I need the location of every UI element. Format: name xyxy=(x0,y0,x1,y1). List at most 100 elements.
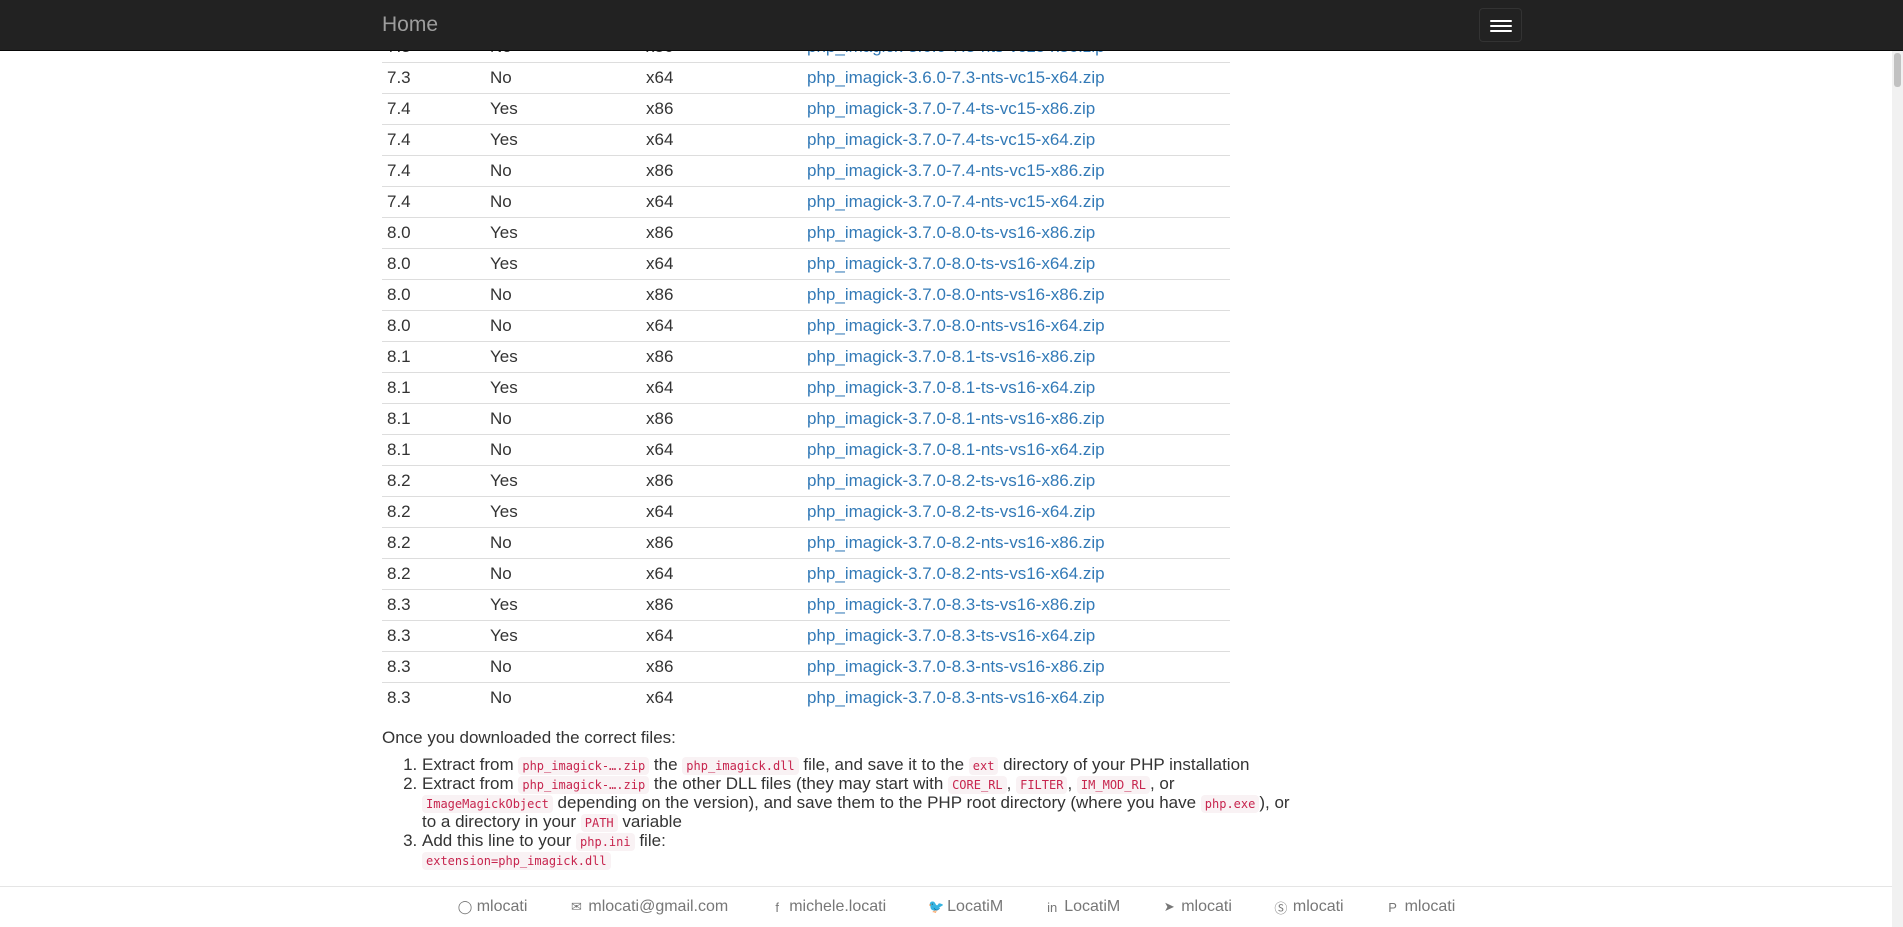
skype-icon: Ⓢ xyxy=(1274,900,1288,916)
download-link[interactable]: php_imagick-3.7.0-8.1-ts-vs16-x64.zip xyxy=(807,378,1095,397)
table-row: 8.2 No x86 php_imagick-3.7.0-8.2-nts-vs16-x… xyxy=(382,527,1230,559)
footer-link-label: mlocati xyxy=(1404,898,1456,915)
scrollbar-thumb[interactable] xyxy=(1894,53,1901,87)
hamburger-icon xyxy=(1490,30,1512,32)
download-link-cell: php_imagick-3.7.0-8.0-nts-vs16-x64.zip xyxy=(802,310,1230,342)
download-link[interactable]: php_imagick-3.7.0-8.2-ts-vs16-x86.zip xyxy=(807,471,1095,490)
download-link[interactable]: php_imagick-3.7.0-8.1-nts-vs16-x64.zip xyxy=(807,440,1105,459)
table-row: 8.1 Yes x64 php_imagick-3.7.0-8.1-ts-vs16-x… xyxy=(382,372,1230,404)
download-link[interactable]: php_imagick-3.7.0-8.3-nts-vs16-x64.zip xyxy=(807,688,1105,707)
download-link[interactable]: php_imagick-3.7.0-7.4-nts-vc15-x86.zip xyxy=(807,161,1105,180)
php-version-cell: 7.4 xyxy=(382,93,485,125)
table-row: 8.0 No x64 php_imagick-3.7.0-8.0-nts-vs16-x… xyxy=(382,310,1230,342)
paypal-icon: P xyxy=(1388,899,1397,915)
footer-link-skype[interactable]: Ⓢmlocati xyxy=(1274,898,1344,917)
download-link[interactable]: php_imagick-3.7.0-8.3-ts-vs16-x64.zip xyxy=(807,626,1095,645)
footer-link-label: mlocati xyxy=(1292,898,1344,915)
home-link[interactable]: Home xyxy=(382,13,438,37)
download-link[interactable]: php_imagick-3.7.0-7.4-nts-vc15-x64.zip xyxy=(807,192,1105,211)
thread-safe-cell: Yes xyxy=(485,620,641,652)
thread-safe-cell: No xyxy=(485,434,641,466)
table-row: 8.3 No x86 php_imagick-3.7.0-8.3-nts-vs16-x… xyxy=(382,651,1230,683)
php-version-cell: 8.2 xyxy=(382,558,485,590)
download-link[interactable]: php_imagick-3.6.0-7.3-nts-vc15-x64.zip xyxy=(807,68,1105,87)
php-version-cell: 8.0 xyxy=(382,279,485,311)
download-link[interactable]: php_imagick-3.7.0-8.0-ts-vs16-x86.zip xyxy=(807,223,1095,242)
table-row: 8.0 Yes x64 php_imagick-3.7.0-8.0-ts-vs16-x… xyxy=(382,248,1230,280)
php-version-cell: 8.3 xyxy=(382,589,485,621)
architecture-cell: x64 xyxy=(641,186,802,218)
download-link[interactable]: php_imagick-3.7.0-7.4-ts-vc15-x86.zip xyxy=(807,99,1095,118)
php-version-cell: 8.1 xyxy=(382,434,485,466)
download-link[interactable]: php_imagick-3.7.0-8.2-nts-vs16-x86.zip xyxy=(807,533,1105,552)
footer-link-paypal[interactable]: Pmlocati xyxy=(1386,898,1456,916)
footer-link-envelope[interactable]: ✉ mlocati@gmail.com xyxy=(569,898,728,916)
table-row: 7.4 Yes x86 php_imagick-3.7.0-7.4-ts-vc15-x… xyxy=(382,93,1230,125)
scrollbar[interactable] xyxy=(1892,51,1903,927)
table-row: 8.3 Yes x64 php_imagick-3.7.0-8.3-ts-vs16-x… xyxy=(382,620,1230,652)
architecture-cell: x86 xyxy=(641,465,802,497)
download-link[interactable]: php_imagick-3.7.0-8.1-nts-vs16-x86.zip xyxy=(807,409,1105,428)
download-link[interactable]: php_imagick-3.7.0-8.1-ts-vs16-x86.zip xyxy=(807,347,1095,366)
menu-toggle-button[interactable] xyxy=(1479,8,1522,42)
table-row: 8.2 Yes x64 php_imagick-3.7.0-8.2-ts-vs16-x… xyxy=(382,496,1230,528)
architecture-cell: x64 xyxy=(641,372,802,404)
download-link-cell: php_imagick-3.7.0-8.3-ts-vs16-x86.zip xyxy=(802,589,1230,621)
download-link[interactable]: php_imagick-3.7.0-8.2-nts-vs16-x64.zip xyxy=(807,564,1105,583)
footer-link-github[interactable]: ◯ mlocati xyxy=(458,898,528,916)
footer-link-linkedin[interactable]: in LocatiM xyxy=(1045,898,1120,916)
thread-safe-cell: Yes xyxy=(485,496,641,528)
download-link-cell: php_imagick-3.7.0-8.1-ts-vs16-x86.zip xyxy=(802,341,1230,373)
architecture-cell: x64 xyxy=(641,248,802,280)
footer-link-telegram[interactable]: ➤ mlocati xyxy=(1162,898,1232,916)
download-link-cell: php_imagick-3.7.0-7.4-nts-vc15-x64.zip xyxy=(802,186,1230,218)
footer-link-label: mlocati xyxy=(1181,898,1232,915)
download-link-cell: php_imagick-3.7.0-8.2-nts-vs16-x86.zip xyxy=(802,527,1230,559)
thread-safe-cell: Yes xyxy=(485,93,641,125)
php-version-cell: 7.4 xyxy=(382,186,485,218)
download-link[interactable]: php_imagick-3.7.0-7.4-ts-vc15-x64.zip xyxy=(807,130,1095,149)
download-link-cell: php_imagick-3.7.0-8.0-nts-vs16-x86.zip xyxy=(802,279,1230,311)
hamburger-icon xyxy=(1490,25,1512,27)
instructions-list: Extract from php_imagick-….zip the php_i… xyxy=(382,755,1302,870)
download-link-cell: php_imagick-3.7.0-8.0-ts-vs16-x86.zip xyxy=(802,217,1230,249)
step-2: Extract from php_imagick-….zip the other… xyxy=(422,774,1302,832)
extension-line: extension=php_imagick.dll xyxy=(422,851,611,870)
download-link-cell: php_imagick-3.7.0-7.4-ts-vc15-x86.zip xyxy=(802,93,1230,125)
thread-safe-cell: No xyxy=(485,403,641,435)
php-version-cell: 8.3 xyxy=(382,651,485,683)
php-version-cell: 8.2 xyxy=(382,496,485,528)
architecture-cell: x86 xyxy=(641,651,802,683)
thread-safe-cell: No xyxy=(485,651,641,683)
download-link[interactable]: php_imagick-3.7.0-8.0-nts-vs16-x64.zip xyxy=(807,316,1105,335)
download-link[interactable]: php_imagick-3.7.0-8.3-nts-vs16-x86.zip xyxy=(807,657,1105,676)
php-version-cell: 8.0 xyxy=(382,248,485,280)
table-row: 7.4 Yes x64 php_imagick-3.7.0-7.4-ts-vc15-x… xyxy=(382,124,1230,156)
footer-link-twitter[interactable]: 🐦 LocatiM xyxy=(928,898,1003,916)
download-link[interactable]: php_imagick-3.7.0-8.0-ts-vs16-x64.zip xyxy=(807,254,1095,273)
download-link[interactable]: php_imagick-3.7.0-8.2-ts-vs16-x64.zip xyxy=(807,502,1095,521)
php-version-cell: 8.1 xyxy=(382,372,485,404)
facebook-icon: f xyxy=(775,899,780,915)
footer-link-label: LocatiM xyxy=(1064,898,1121,915)
thread-safe-cell: Yes xyxy=(485,465,641,497)
php-version-cell: 8.0 xyxy=(382,217,485,249)
footer-link-label: michele.locati xyxy=(789,898,887,915)
footer-link-label: mlocati@gmail.com xyxy=(588,898,729,915)
footer-link-label: LocatiM xyxy=(947,898,1004,915)
architecture-cell: x64 xyxy=(641,124,802,156)
architecture-cell: x86 xyxy=(641,527,802,559)
footer: ◯ mlocati ✉ mlocati@gmail.com f michele.locat… xyxy=(0,886,1903,927)
footer-link-facebook[interactable]: f michele.locati xyxy=(770,898,886,916)
architecture-cell: x64 xyxy=(641,62,802,94)
table-row: 8.2 Yes x86 php_imagick-3.7.0-8.2-ts-vs16-x… xyxy=(382,465,1230,497)
php-version-cell: 8.3 xyxy=(382,682,485,714)
architecture-cell: x64 xyxy=(641,682,802,714)
download-link[interactable]: php_imagick-3.7.0-8.3-ts-vs16-x86.zip xyxy=(807,595,1095,614)
navbar: Home xyxy=(0,0,1903,51)
download-link[interactable]: php_imagick-3.7.0-8.0-nts-vs16-x86.zip xyxy=(807,285,1105,304)
table-row: 7.3 No x64 php_imagick-3.6.0-7.3-nts-vc15-x… xyxy=(382,62,1230,94)
php-version-cell: 8.1 xyxy=(382,341,485,373)
php-version-cell: 8.2 xyxy=(382,527,485,559)
architecture-cell: x86 xyxy=(641,155,802,187)
